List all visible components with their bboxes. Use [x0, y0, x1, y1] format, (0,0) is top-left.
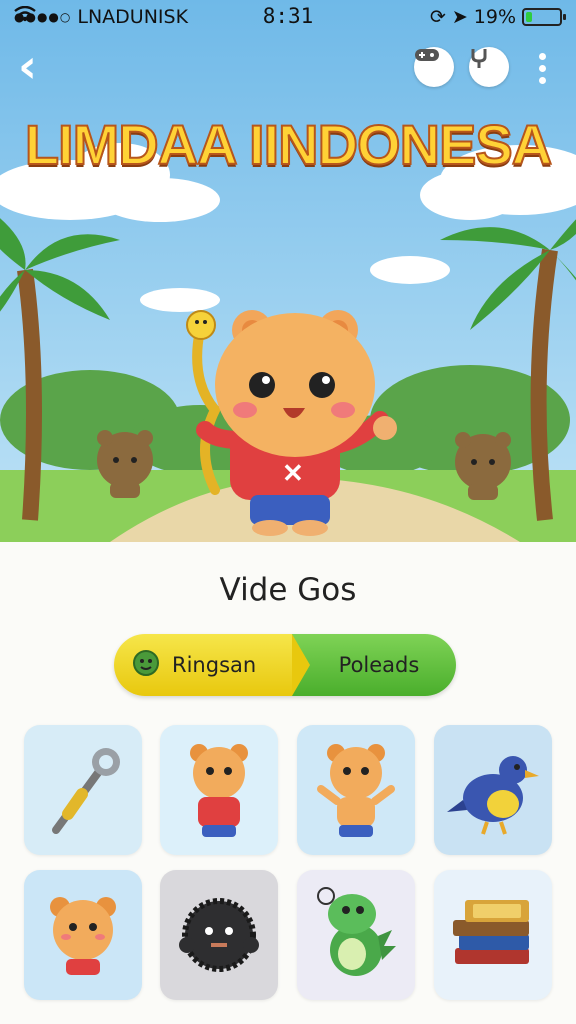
germ-icon: [130, 647, 162, 684]
segment-poleads-label: Poleads: [338, 653, 420, 677]
segment-ringsan[interactable]: Ringsan: [114, 634, 310, 696]
location-icon: ➤: [451, 6, 468, 28]
bear-waving-item[interactable]: [297, 725, 415, 855]
battery-fill: [526, 12, 532, 22]
blue-bird-icon: [447, 756, 539, 835]
more-options-button[interactable]: [530, 48, 554, 88]
green-dino-item[interactable]: [297, 870, 415, 1000]
more-dot: [538, 76, 546, 84]
segment-poleads[interactable]: Poleads: [292, 634, 456, 696]
bear-red-shirt-item[interactable]: [160, 725, 278, 855]
section-title: Vide Gos: [219, 572, 357, 608]
bear-red-shirt-icon: [190, 744, 248, 837]
segment-ringsan-label: Ringsan: [172, 653, 257, 677]
segment-divider: [292, 634, 310, 696]
bear-face-icon: [50, 897, 116, 975]
bear-waving-icon: [317, 744, 395, 837]
bear-face-item[interactable]: [24, 870, 142, 1000]
dino-icon: [317, 887, 396, 976]
chevron-left-icon: ‹: [18, 39, 37, 93]
app-title: LIMDAA IINDONESA: [24, 112, 553, 177]
blue-bird-item[interactable]: [434, 725, 552, 855]
books-item[interactable]: [434, 870, 552, 1000]
tuning-fork-button[interactable]: [469, 47, 509, 87]
status-bar: ●●●●○ LNADUNISK 8:31 ⟳ ➤ 19%: [0, 0, 576, 34]
lock-rotation-icon: ⟳: [429, 6, 446, 28]
fuzzball-icon: [179, 898, 259, 972]
status-right: ⟳ ➤ 19%: [429, 6, 566, 28]
segment-toggle: Ringsan Poleads: [114, 634, 456, 696]
battery-icon: [522, 8, 566, 26]
more-dot: [538, 64, 546, 72]
battery-percent: 19%: [473, 6, 516, 28]
black-fuzzball-item[interactable]: [160, 870, 278, 1000]
more-vertical-icon: [538, 52, 546, 60]
books-icon: [453, 900, 529, 964]
wrench-item[interactable]: [24, 725, 142, 855]
svg-text:✕: ✕: [282, 458, 304, 488]
gamepad-button[interactable]: [414, 47, 454, 87]
hero-banner: ✕ ●●●●○ LNADUNISK 8:31 ⟳ ➤ 19% ‹ LIMDAA …: [0, 0, 576, 542]
wrench-icon: [52, 748, 120, 834]
back-button[interactable]: ‹: [18, 43, 58, 89]
